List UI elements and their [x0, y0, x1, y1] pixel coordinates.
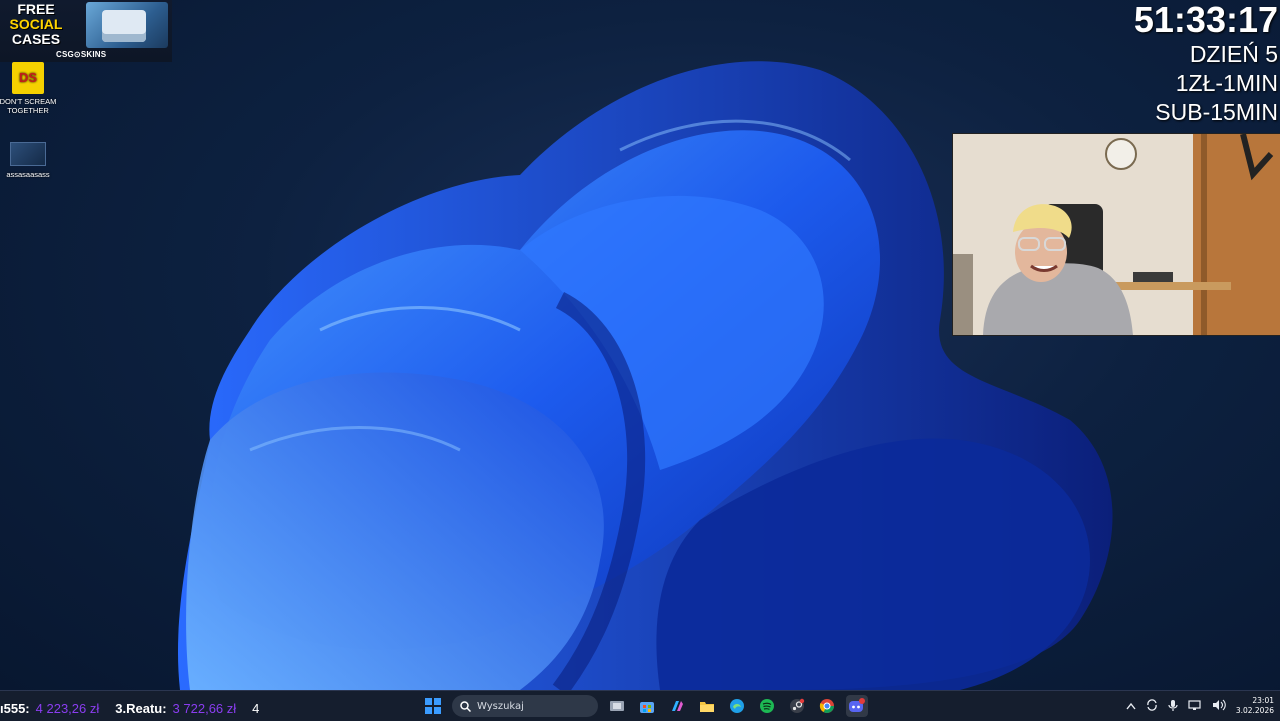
chrome-button[interactable]: [816, 695, 838, 717]
discord-button[interactable]: [846, 695, 868, 717]
sync-icon[interactable]: [1146, 698, 1158, 714]
edge-button[interactable]: [726, 695, 748, 717]
spotify-button[interactable]: [756, 695, 778, 717]
ticker-entry-name: ı555:: [0, 700, 30, 716]
taskbar-center: Wyszukaj: [422, 691, 868, 721]
microphone-icon[interactable]: [1168, 699, 1178, 714]
spotify-icon: [760, 699, 774, 713]
store-button[interactable]: [636, 695, 658, 717]
ticker-entry-amount: 4 223,26 zł: [35, 700, 100, 716]
clock-time: 23:01: [1252, 696, 1274, 705]
ticker-entry-amount: 3 722,66 zł: [172, 700, 237, 716]
subathon-overlay: 51:33:17 DZIEŃ 5 1ZŁ-1MIN SUB-15MIN: [1134, 0, 1278, 127]
file-explorer-button[interactable]: [696, 695, 718, 717]
search-icon: [460, 700, 471, 712]
clock-date: 3.02.2026: [1235, 706, 1274, 715]
microsoft-store-icon: [640, 702, 654, 713]
webcam-feed: [952, 133, 1280, 336]
desktop-icon-dont-scream-together[interactable]: DS DON'T SCREAM TOGETHER: [0, 62, 58, 115]
discord-icon: [849, 698, 865, 712]
copilot-icon: [672, 701, 683, 711]
system-tray: 23:01 3.02.2026: [1126, 691, 1274, 721]
app-button[interactable]: [786, 695, 808, 717]
desktop-icon-assasaasass[interactable]: assasaasass: [0, 142, 58, 179]
subathon-timer: 51:33:17: [1133, 0, 1278, 40]
money-rate: 1ZŁ-1MIN: [1175, 70, 1278, 96]
desktop-wallpaper: [0, 0, 1280, 690]
promo-case-image: [86, 2, 168, 48]
free-social-cases-banner[interactable]: FREE SOCIAL CASES CSG⊙SKINS: [0, 0, 172, 62]
volume-icon[interactable]: [1212, 699, 1226, 714]
promo-title: FREE SOCIAL CASES: [4, 2, 68, 47]
promo-line2: SOCIAL: [9, 16, 63, 32]
folder-icon: [700, 702, 714, 712]
promo-line3: CASES: [11, 31, 61, 47]
day-counter: DZIEŃ 5: [1189, 41, 1278, 67]
edge-browser-icon: [730, 699, 744, 713]
donation-ticker: ı555: 4 223,26 zł 3.Reatu: 3 722,66 zł 4: [0, 697, 259, 719]
copilot-button[interactable]: [666, 695, 688, 717]
dont-scream-together-icon: DS: [12, 62, 44, 94]
desktop-icon-label: TOGETHER: [7, 106, 49, 115]
task-view-button[interactable]: [606, 695, 628, 717]
sub-rate: SUB-15MIN: [1155, 99, 1278, 125]
image-thumbnail-icon: [10, 142, 46, 166]
webcam-scene: [953, 134, 1280, 335]
promo-line1: FREE: [17, 1, 55, 17]
steam-icon: [790, 698, 805, 713]
chevron-up-icon[interactable]: [1126, 700, 1136, 713]
taskbar-clock[interactable]: 23:01 3.02.2026: [1236, 696, 1274, 716]
ticker-entry-name: 3.Reatu:: [115, 700, 167, 716]
windows-logo-icon: [425, 698, 441, 714]
desktop-icon-label: DON'T SCREAM: [0, 97, 57, 106]
start-button[interactable]: [422, 695, 444, 717]
desktop-icon-label: assasaasass: [6, 170, 50, 179]
promo-brand: CSG⊙SKINS: [56, 50, 107, 59]
ticker-entry-name: 4: [252, 700, 260, 716]
search-placeholder: Wyszukaj: [477, 700, 524, 712]
chrome-icon: [819, 699, 834, 713]
task-view-icon: [610, 701, 624, 711]
bloom-wallpaper-art: [178, 61, 1113, 690]
network-icon[interactable]: [1188, 699, 1202, 714]
taskbar-search[interactable]: Wyszukaj: [452, 695, 598, 717]
